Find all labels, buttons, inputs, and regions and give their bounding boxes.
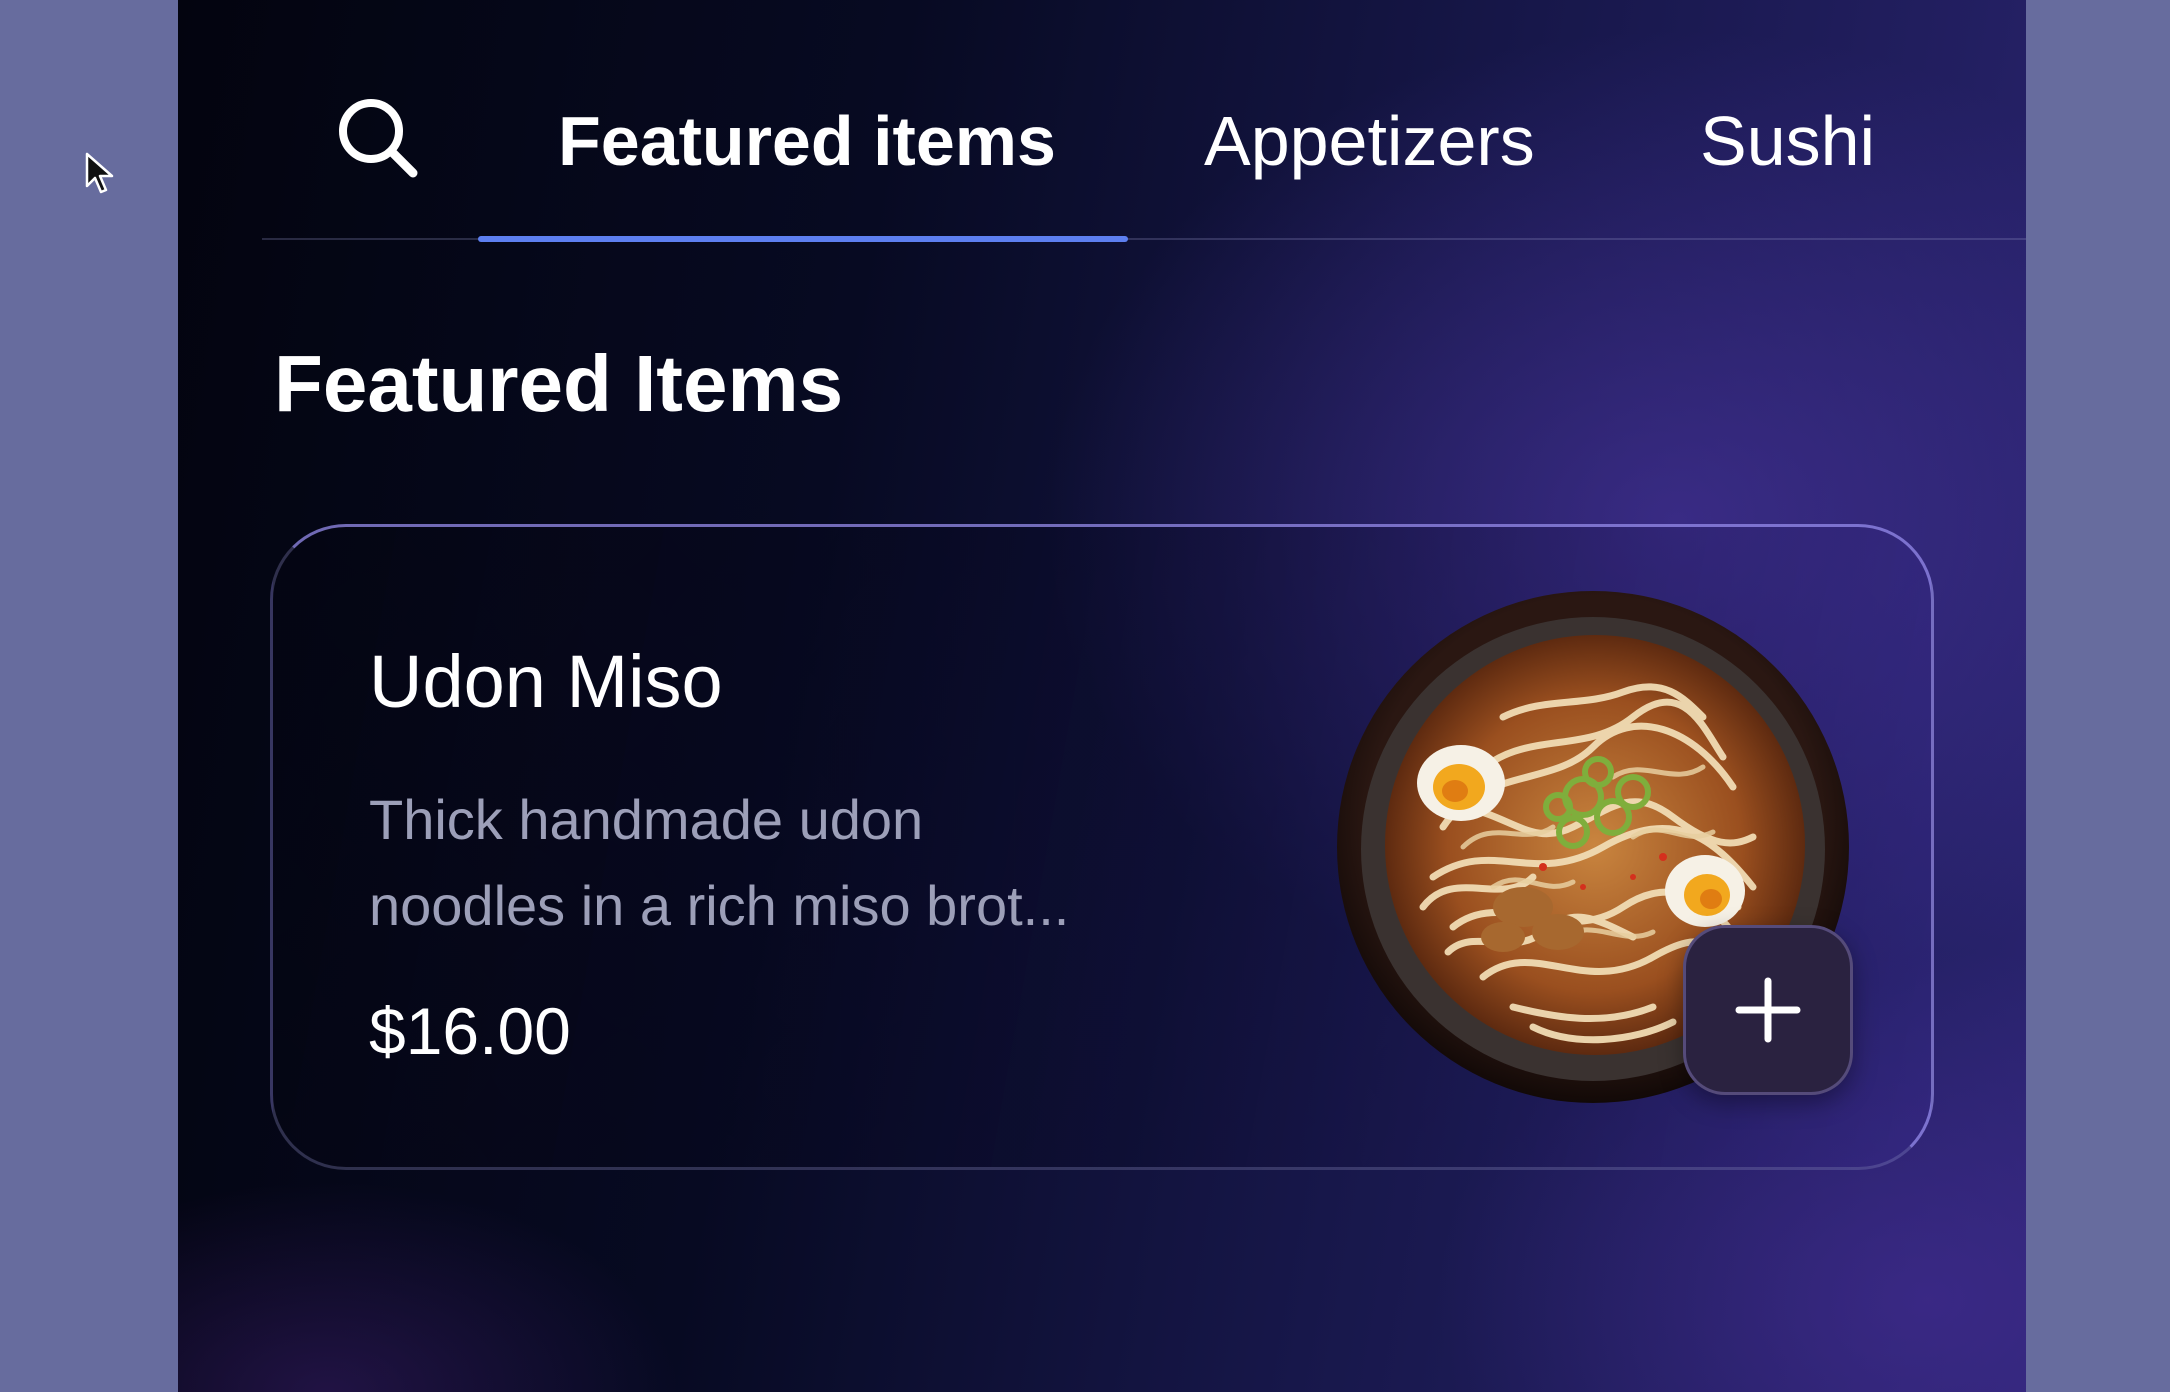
tab-sushi[interactable]: Sushi xyxy=(1700,96,1875,186)
mouse-pointer-icon xyxy=(85,152,114,194)
screen: Featured items Appetizers Sushi Featured… xyxy=(0,0,2170,1392)
tab-appetizers[interactable]: Appetizers xyxy=(1204,96,1535,186)
add-to-cart-button[interactable] xyxy=(1683,925,1853,1095)
tab-featured-items[interactable]: Featured items xyxy=(558,96,1056,186)
item-price: $16.00 xyxy=(369,994,571,1068)
search-icon xyxy=(339,99,418,178)
item-name: Udon Miso xyxy=(369,640,723,723)
search-button[interactable] xyxy=(328,88,428,188)
active-tab-indicator xyxy=(478,236,1128,242)
menu-item-card[interactable]: Udon Miso Thick handmade udon noodles in… xyxy=(270,524,1934,1170)
plus-icon xyxy=(1735,977,1801,1043)
app-window: Featured items Appetizers Sushi Featured… xyxy=(178,0,2026,1392)
category-tab-bar: Featured items Appetizers Sushi xyxy=(178,0,2026,242)
item-description: Thick handmade udon noodles in a rich mi… xyxy=(369,788,1070,937)
section-title: Featured Items xyxy=(274,339,844,428)
